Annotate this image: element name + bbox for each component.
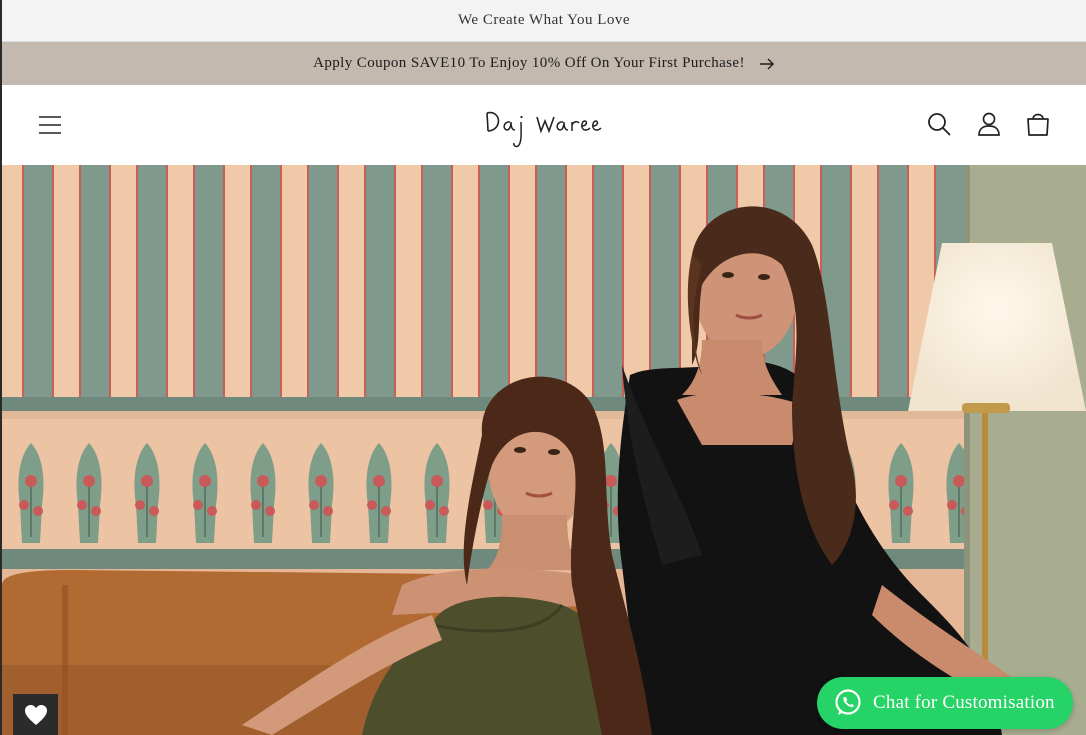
window-edge [0,0,2,735]
promo-text: Apply Coupon SAVE10 To Enjoy 10% Off On … [313,55,745,71]
wishlist-button[interactable] [13,694,58,735]
account-icon[interactable] [974,109,1004,139]
arrow-right-icon [759,58,774,69]
hero-banner[interactable] [2,165,1086,735]
site-header [2,85,1086,165]
site-logo[interactable] [483,103,613,151]
announcement-text: We Create What You Love [457,12,631,28]
menu-icon[interactable] [36,111,64,139]
chat-label: Chat for Customisation [873,692,1055,713]
whatsapp-icon [835,689,861,715]
cart-icon[interactable] [1023,109,1053,139]
heart-icon [24,704,47,725]
hero-image [2,165,1086,735]
search-icon[interactable] [924,109,954,139]
announcement-bar: We Create What You Love [2,0,1086,42]
promo-banner[interactable]: Apply Coupon SAVE10 To Enjoy 10% Off On … [2,42,1086,85]
chat-customisation-button[interactable]: Chat for Customisation [817,677,1073,729]
